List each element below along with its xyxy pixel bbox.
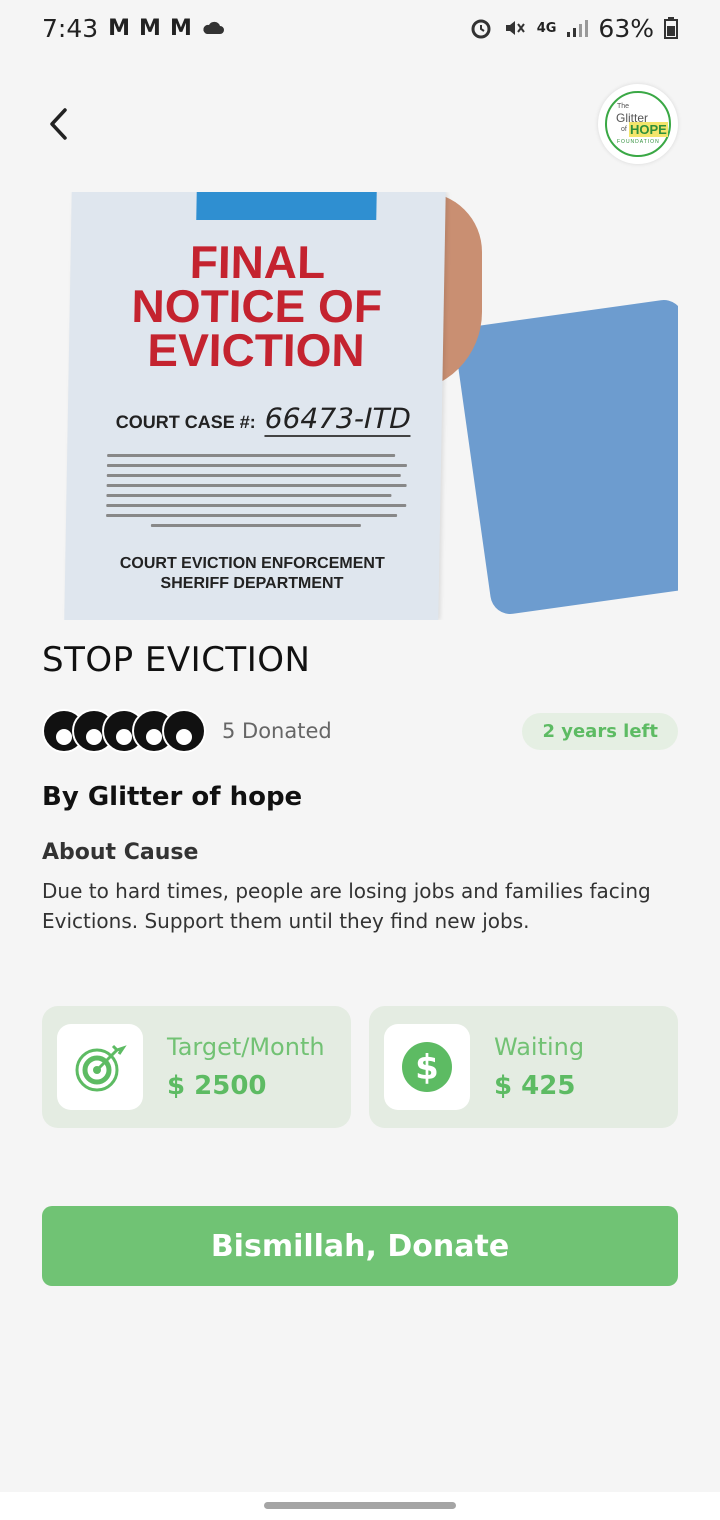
cause-title: STOP EVICTION [42, 640, 311, 680]
cause-image: FINAL NOTICE OF EVICTION COURT CASE #: 6… [42, 192, 678, 620]
signal-icon [567, 20, 589, 37]
donate-button[interactable]: Bismillah, Donate [42, 1206, 678, 1286]
gmail-icon: M [169, 15, 192, 41]
target-label: Target/Month [167, 1033, 325, 1061]
status-right: 4G 63% [469, 14, 678, 43]
target-card: Target/Month $ 2500 [42, 1006, 351, 1128]
sleeve-shape [452, 297, 678, 617]
waiting-label: Waiting [494, 1033, 585, 1061]
battery-icon [664, 17, 678, 39]
header: The Glitter of HOPE FOUNDATION [0, 84, 720, 166]
target-icon [75, 1044, 127, 1092]
notice-title: FINAL NOTICE OF EVICTION [131, 236, 383, 376]
logo-ring: The Glitter of HOPE FOUNDATION [605, 91, 671, 157]
status-time: 7:43 [42, 13, 99, 43]
battery-percentage: 63% [598, 13, 654, 43]
status-left: 7:43 M M M [42, 14, 225, 43]
logo-text-the: The [617, 103, 630, 110]
svg-text:$: $ [415, 1048, 439, 1088]
alarm-icon [471, 19, 491, 39]
waiting-icon-box: $ [384, 1024, 470, 1110]
target-text: Target/Month $ 2500 [167, 1033, 325, 1101]
waiting-value: $ 425 [494, 1071, 576, 1101]
mute-icon [505, 21, 525, 35]
logo-text-hope: HOPE [629, 122, 668, 137]
target-icon-box [57, 1024, 143, 1110]
gmail-icon: M [139, 15, 161, 41]
eviction-notice: FINAL NOTICE OF EVICTION COURT CASE #: 6… [64, 192, 446, 620]
time-left-badge: 2 years left [522, 712, 678, 750]
chevron-left-icon [50, 108, 67, 140]
court-case-value: 66473-ITD [264, 402, 412, 437]
donors-row: 5 Donated 2 years left [42, 706, 678, 756]
logo-text-foundation: FOUNDATION [617, 139, 660, 145]
back-button[interactable] [40, 102, 76, 146]
gmail-icon: M [108, 15, 130, 41]
network-type: 4G [536, 20, 557, 36]
home-indicator[interactable] [264, 1502, 456, 1509]
donor-avatars [42, 709, 206, 753]
tape [196, 192, 377, 220]
status-bar: 7:43 M M M 4G 63% [0, 0, 720, 56]
waiting-text: Waiting $ 425 [494, 1033, 584, 1101]
notice-court-case: COURT CASE #: 66473-ITD [115, 402, 412, 437]
waiting-card: $ Waiting $ 425 [369, 1006, 678, 1128]
organizer-name: By Glitter of hope [42, 782, 303, 812]
about-heading: About Cause [42, 840, 199, 865]
cloud-icon [203, 21, 224, 34]
dollar-icon: $ [402, 1042, 452, 1092]
logo-text-of: of [621, 126, 627, 133]
avatar [162, 709, 206, 753]
notice-footer: COURT EVICTION ENFORCEMENT SHERIFF DEPAR… [119, 555, 385, 592]
court-case-label: COURT CASE #: [115, 412, 256, 432]
foundation-logo: The Glitter of HOPE FOUNDATION [598, 84, 678, 164]
target-value: $ 2500 [167, 1071, 267, 1101]
donated-count: 5 Donated [222, 719, 332, 743]
notice-body-text [106, 454, 407, 534]
about-text: Due to hard times, people are losing job… [42, 879, 651, 933]
stats-row: Target/Month $ 2500 $ Waiting $ 425 [42, 1006, 678, 1128]
